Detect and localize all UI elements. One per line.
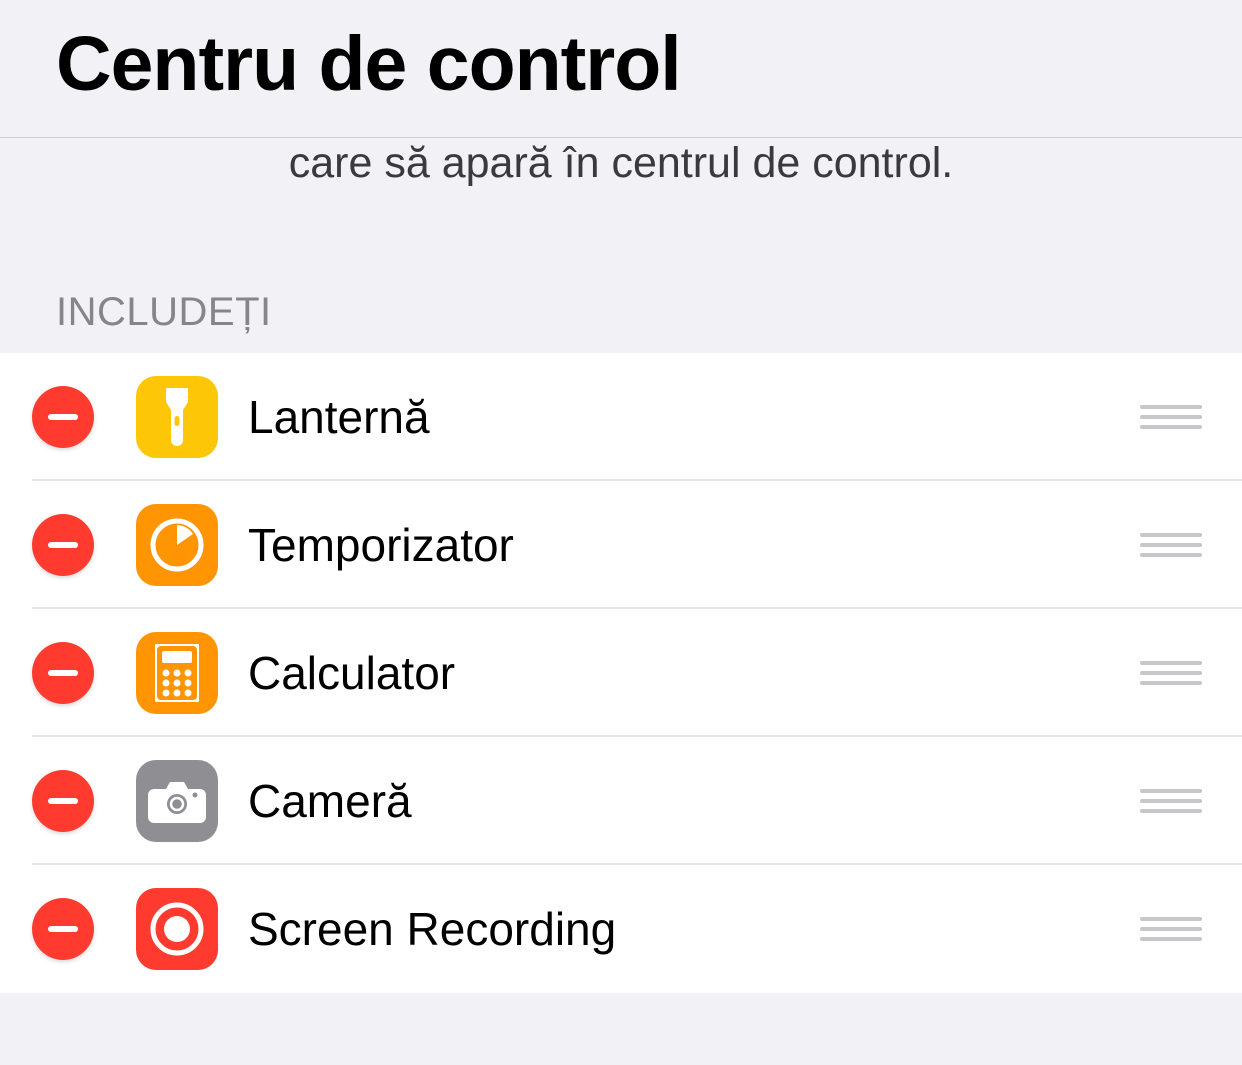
item-label: Screen Recording (248, 902, 1140, 956)
drag-handle-icon[interactable] (1140, 789, 1202, 813)
section-header-include: INCLUDEȚI (0, 200, 1242, 353)
item-label: Cameră (248, 774, 1140, 828)
minus-icon (48, 926, 78, 932)
minus-icon (48, 798, 78, 804)
item-label: Lanternă (248, 390, 1140, 444)
page-subtitle: care să apară în centrul de control. (0, 136, 1242, 200)
minus-icon (48, 414, 78, 420)
minus-icon (48, 670, 78, 676)
drag-handle-icon[interactable] (1140, 405, 1202, 429)
included-controls-list: Lanternă Temporizator (0, 353, 1242, 993)
drag-handle-icon[interactable] (1140, 661, 1202, 685)
remove-button[interactable] (32, 386, 94, 448)
item-label: Calculator (248, 646, 1140, 700)
drag-handle-icon[interactable] (1140, 533, 1202, 557)
remove-button[interactable] (32, 642, 94, 704)
flashlight-icon (136, 376, 218, 458)
minus-icon (48, 542, 78, 548)
page-title: Centru de control (56, 20, 681, 109)
timer-icon (136, 504, 218, 586)
page-header: Centru de control (0, 0, 1242, 138)
remove-button[interactable] (32, 514, 94, 576)
drag-handle-icon[interactable] (1140, 917, 1202, 941)
screen-recording-icon (136, 888, 218, 970)
list-item: Lanternă (0, 353, 1242, 481)
calculator-icon (136, 632, 218, 714)
remove-button[interactable] (32, 770, 94, 832)
list-item: Temporizator (0, 481, 1242, 609)
list-item: Cameră (0, 737, 1242, 865)
remove-button[interactable] (32, 898, 94, 960)
camera-icon (136, 760, 218, 842)
list-item: Screen Recording (0, 865, 1242, 993)
item-label: Temporizator (248, 518, 1140, 572)
list-item: Calculator (0, 609, 1242, 737)
